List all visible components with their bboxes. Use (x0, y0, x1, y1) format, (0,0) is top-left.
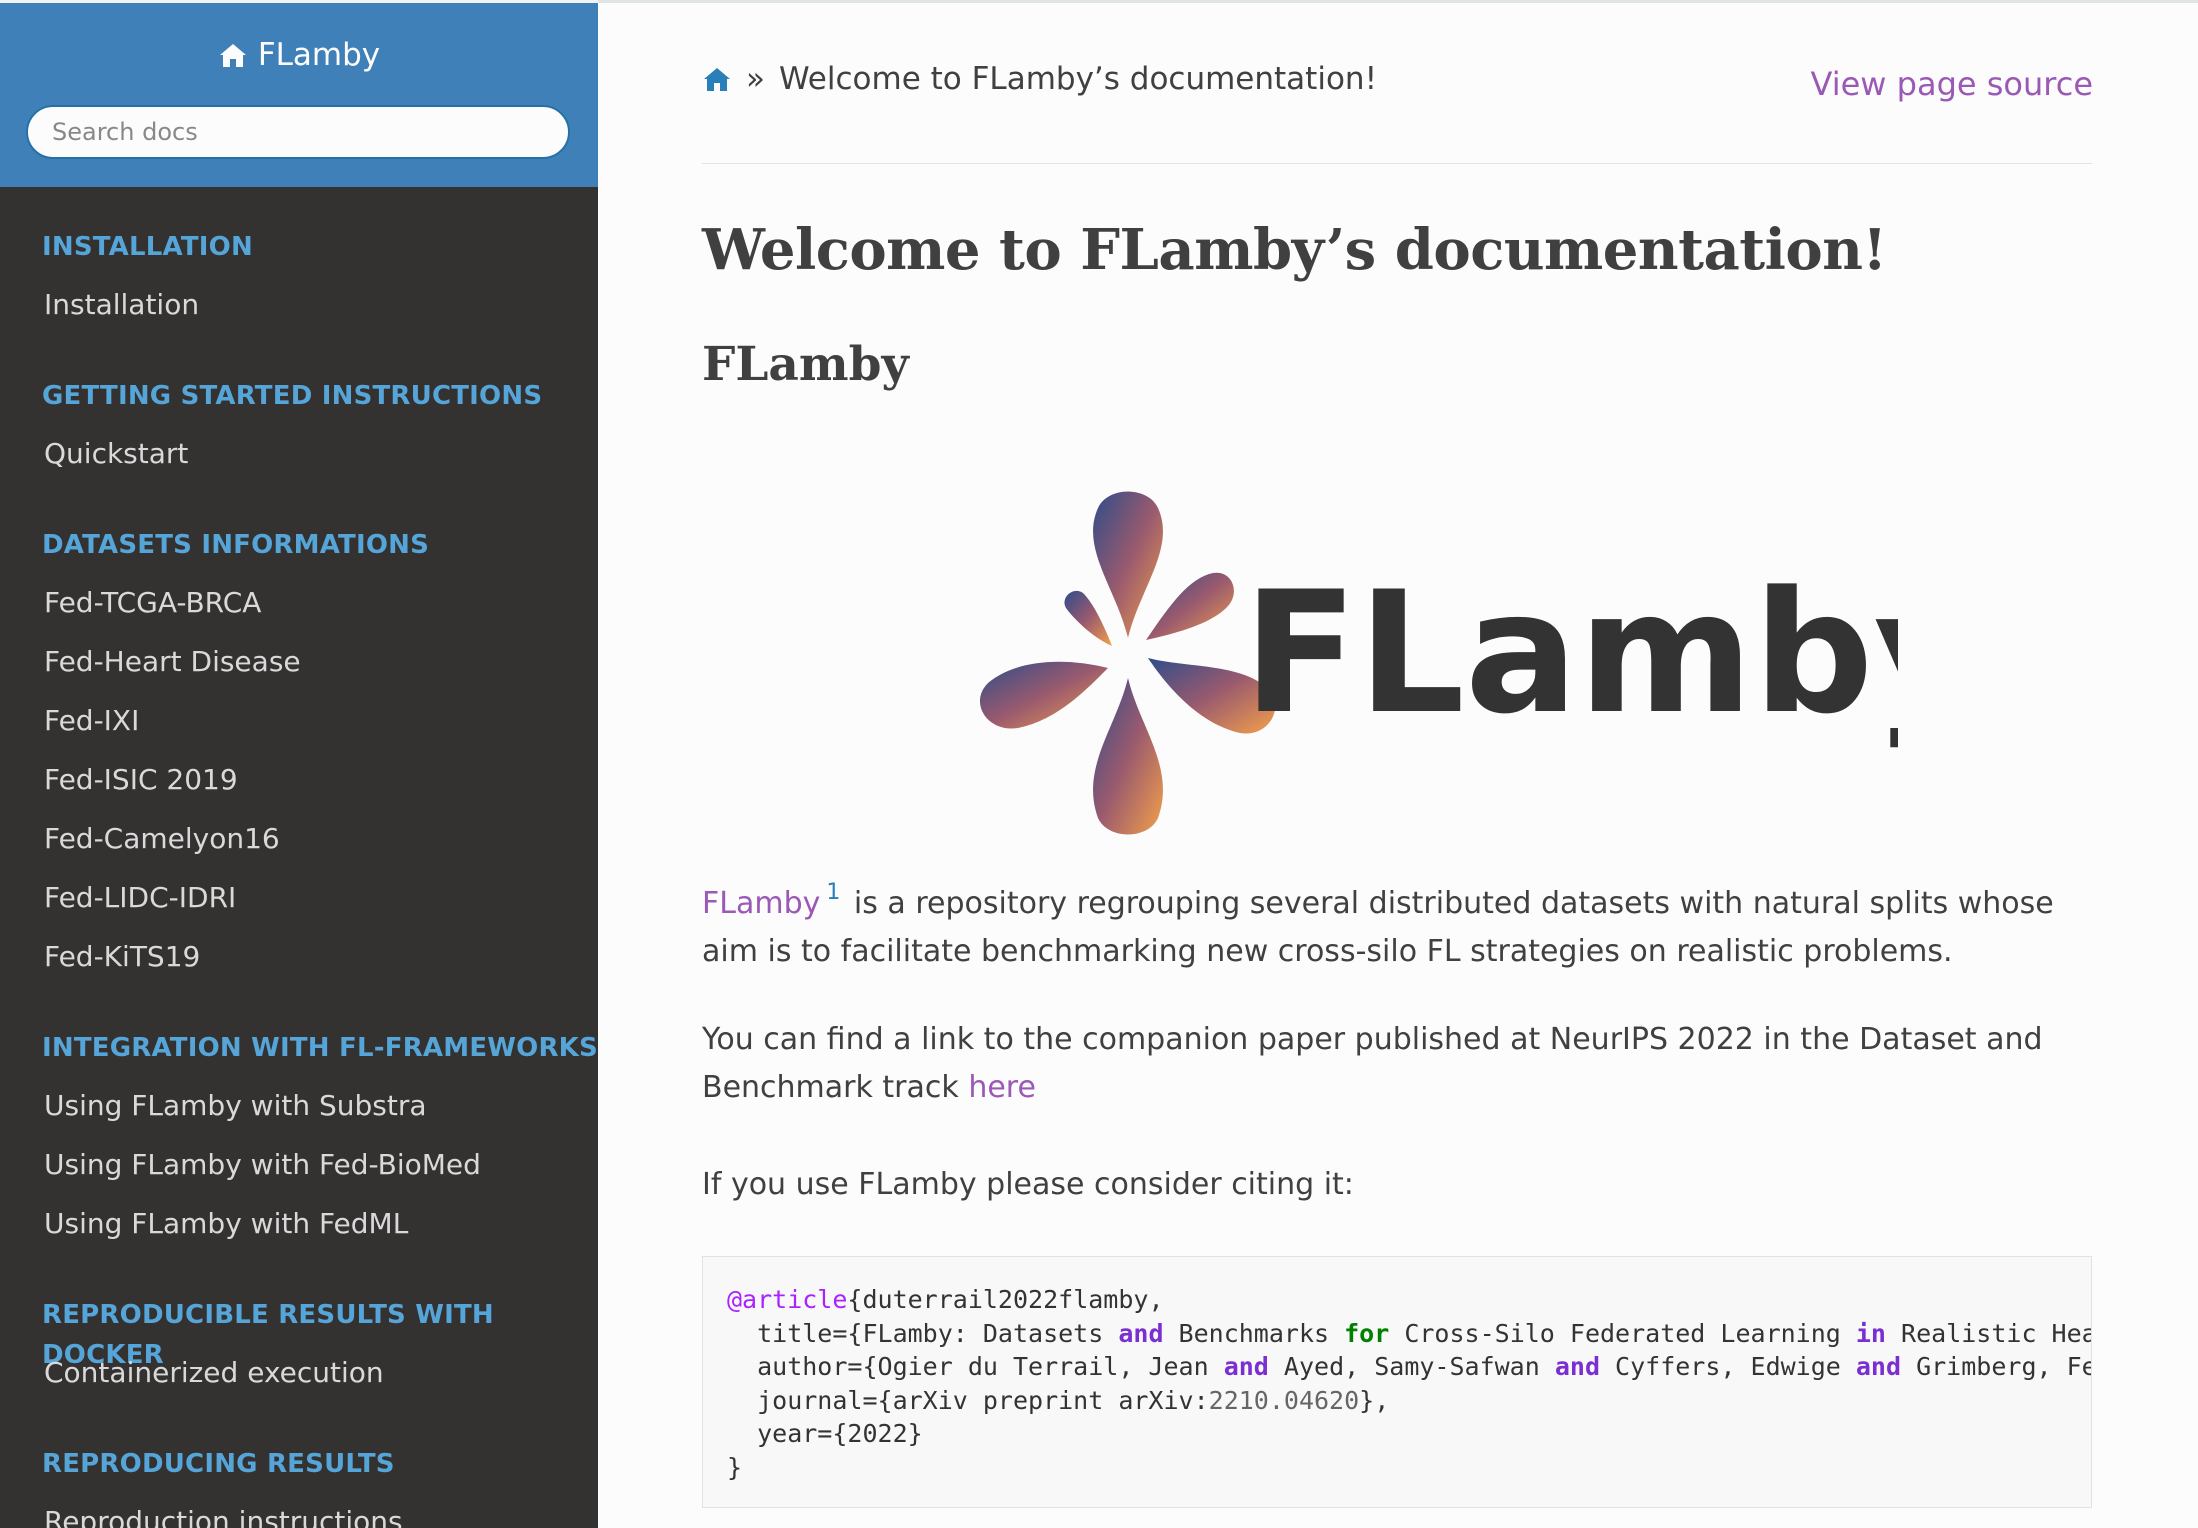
sidebar-header: FLamby (0, 0, 598, 187)
flamby-logo: FLamby (979, 491, 1898, 835)
nav-item-reproduction-instructions[interactable]: Reproduction instructions (0, 1492, 598, 1528)
nav-menu: INSTALLATION Installation GETTING STARTE… (0, 187, 598, 1528)
view-page-source-link[interactable]: View page source (1811, 65, 2093, 103)
citation-code: @article{duterrail2022flamby, title={FLa… (727, 1285, 2091, 1482)
cite-paragraph: If you use FLamby please consider citing… (702, 1167, 1354, 1202)
search-wrapper (26, 105, 572, 159)
nav-caption-datasets: DATASETS INFORMATIONS (42, 530, 430, 560)
intro-paragraph: FLamby 1 is a repository regrouping sever… (702, 869, 2102, 976)
nav-caption-reproducing: REPRODUCING RESULTS (42, 1449, 395, 1479)
nav-item-fedml[interactable]: Using FLamby with FedML (0, 1194, 598, 1253)
brand-link[interactable]: FLamby (0, 33, 598, 77)
nav-item-fed-isic-2019[interactable]: Fed-ISIC 2019 (0, 750, 598, 809)
breadcrumb-current: Welcome to FLamby’s documentation! (778, 61, 1377, 97)
citation-code-block: @article{duterrail2022flamby, title={FLa… (702, 1256, 2092, 1508)
nav-item-containerized-execution[interactable]: Containerized execution (0, 1343, 598, 1402)
nav-item-quickstart[interactable]: Quickstart (0, 424, 598, 483)
breadcrumb: » Welcome to FLamby’s documentation! (702, 61, 1377, 97)
home-icon (219, 44, 246, 67)
home-icon[interactable] (702, 66, 732, 92)
nav-item-fed-ixi[interactable]: Fed-IXI (0, 691, 598, 750)
page-title: Welcome to FLamby’s documentation! (702, 217, 1887, 283)
flamby-link[interactable]: FLamby (702, 886, 820, 921)
header-divider (702, 163, 2092, 164)
nav-item-fed-lidc-idri[interactable]: Fed-LIDC-IDRI (0, 868, 598, 927)
nav-item-fed-tcga-brca[interactable]: Fed-TCGA-BRCA (0, 573, 598, 632)
nav-item-substra[interactable]: Using FLamby with Substra (0, 1076, 598, 1135)
paper-link[interactable]: here (968, 1070, 1036, 1105)
nav-item-installation[interactable]: Installation (0, 275, 598, 334)
flamby-logo-text: FLamby (1243, 555, 1898, 751)
nav-caption-getting-started: GETTING STARTED INSTRUCTIONS (42, 381, 543, 411)
paper-paragraph: You can find a link to the companion pap… (702, 1016, 2102, 1112)
nav-item-fed-biomed[interactable]: Using FLamby with Fed-BioMed (0, 1135, 598, 1194)
nav-item-fed-heart-disease[interactable]: Fed-Heart Disease (0, 632, 598, 691)
flamby-logo-mark (979, 491, 1276, 835)
nav-item-fed-camelyon16[interactable]: Fed-Camelyon16 (0, 809, 598, 868)
section-title: FLamby (702, 337, 909, 392)
brand-name[interactable]: FLamby (258, 37, 380, 73)
breadcrumb-separator: » (746, 61, 765, 97)
nav-caption-installation: INSTALLATION (42, 232, 253, 262)
intro-text: is a repository regrouping several distr… (702, 886, 2054, 969)
footnote-ref[interactable]: 1 (826, 880, 840, 905)
sidebar: FLamby INSTALLATION Installation GETTING… (0, 0, 598, 1528)
search-input[interactable] (26, 105, 570, 159)
nav-caption-docker: REPRODUCIBLE RESULTS WITH DOCKER (42, 1300, 494, 1370)
nav-item-fed-kits19[interactable]: Fed-KiTS19 (0, 927, 598, 986)
main-content: » Welcome to FLamby’s documentation! Vie… (598, 0, 2198, 1528)
nav-caption-integration: INTEGRATION WITH FL-FRAMEWORKS (42, 1033, 598, 1063)
paper-text: You can find a link to the companion pap… (702, 1022, 2043, 1105)
